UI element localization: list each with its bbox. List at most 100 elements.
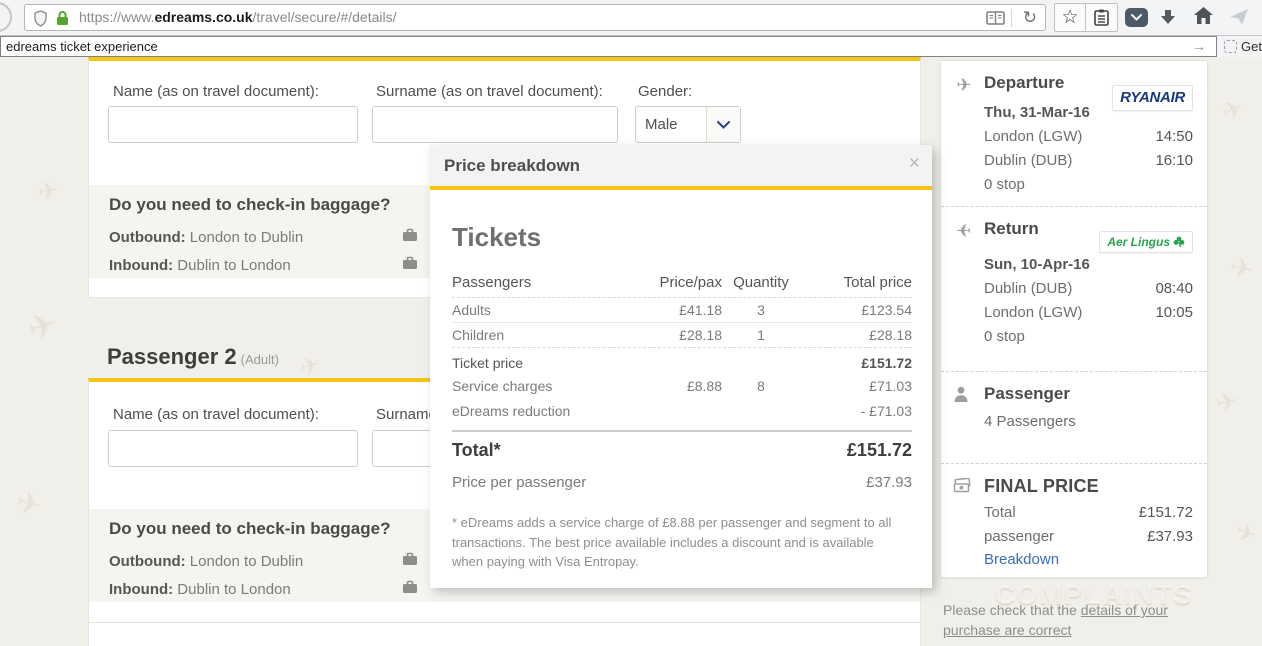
outbound-route: London to Dublin — [186, 229, 304, 246]
row-label: eDreams reduction — [452, 403, 630, 419]
outbound-row: Outbound: London to Dublin — [109, 229, 303, 246]
bookmark-star-button[interactable]: ☆ — [1055, 4, 1086, 31]
final-total-value: £151.72 — [1139, 501, 1193, 525]
bookmark-favicon-placeholder-icon[interactable] — [1224, 40, 1237, 53]
toolbar-edge-arc — [0, 2, 12, 32]
total-value: £151.72 — [800, 440, 912, 461]
gender-label: Gender: — [638, 83, 692, 100]
plane-watermark-icon — [12, 484, 45, 524]
pocket-icon[interactable] — [1125, 8, 1148, 27]
table-header-row: Passengers Price/pax Quantity Total pric… — [452, 267, 912, 298]
reader-mode-icon[interactable] — [986, 11, 1005, 25]
plane-watermark-icon — [1217, 92, 1249, 129]
plane-departure-icon: ✈ — [953, 75, 975, 96]
inbound-label: Inbound: — [109, 581, 173, 598]
final-total-label: Total — [984, 501, 1016, 525]
ticket-price-row: Ticket price £151.72 — [452, 348, 912, 373]
chevron-down-icon — [706, 107, 740, 142]
final-price-section: FINAL PRICE Total£151.72 passenger£37.93… — [941, 463, 1207, 578]
departure-from-time: 14:50 — [1155, 125, 1193, 149]
find-text: edreams ticket experience — [6, 37, 158, 56]
surname-label: Surname (as on travel document): — [376, 83, 603, 100]
plane-watermark-icon — [1232, 517, 1260, 551]
home-icon[interactable] — [1193, 6, 1214, 25]
lock-icon[interactable] — [55, 10, 70, 26]
plane-watermark-icon — [1213, 385, 1241, 420]
briefcase-icon — [402, 228, 418, 242]
col-quantity: Quantity — [722, 274, 800, 291]
note-text: Please check that the — [943, 602, 1081, 618]
page-content: COMPLAINTS Name (as on travel document):… — [0, 57, 1262, 646]
return-from-time: 08:40 — [1155, 277, 1193, 301]
table-row: Adults £41.18 3 £123.54 — [452, 298, 912, 323]
reload-icon[interactable]: ↻ — [1023, 5, 1037, 30]
departure-stops: 0 stop — [984, 173, 1025, 197]
return-stops: 0 stop — [984, 325, 1025, 349]
ryanair-logo: RYANAIR — [1112, 85, 1193, 111]
service-charge-footnote: * eDreams adds a service charge of £8.88… — [452, 513, 906, 572]
breakdown-link[interactable]: Breakdown — [984, 549, 1193, 570]
departure-to: Dublin (DUB) — [984, 149, 1072, 173]
row-total: £123.54 — [800, 302, 912, 318]
row-label: Ticket price — [452, 355, 630, 371]
price-per-passenger-row: Price per passenger £37.93 — [452, 469, 912, 495]
download-icon[interactable] — [1158, 7, 1178, 27]
name-input[interactable] — [108, 430, 358, 467]
table-row: Children £28.18 1 £28.18 — [452, 323, 912, 348]
outbound-label: Outbound: — [109, 229, 186, 246]
quick-find-bar: edreams ticket experience → Get — [0, 36, 1262, 57]
col-passengers: Passengers — [452, 274, 630, 291]
shield-icon[interactable] — [33, 10, 48, 27]
url-text: https://www.edreams.co.uk/travel/secure/… — [79, 5, 397, 30]
gender-select[interactable]: Male — [635, 106, 741, 143]
departure-date: Thu, 31-Mar-16 — [984, 101, 1090, 125]
go-arrow-icon[interactable]: → — [1192, 37, 1206, 56]
row-total: £28.18 — [800, 327, 912, 343]
url-prefix: https://www. — [79, 9, 154, 25]
name-label: Name (as on travel document): — [113, 83, 319, 100]
star-icon: ☆ — [1061, 8, 1078, 27]
bookmark-button-group: ☆ — [1054, 3, 1118, 32]
name-input[interactable] — [108, 106, 358, 143]
inbound-row: Inbound: Dublin to London — [109, 581, 291, 598]
outbound-row: Outbound: London to Dublin — [109, 553, 303, 570]
price-table: Passengers Price/pax Quantity Total pric… — [452, 267, 912, 495]
row-qty: 3 — [722, 302, 800, 318]
col-price-pax: Price/pax — [630, 274, 722, 291]
browser-toolbar: https://www.edreams.co.uk/travel/secure/… — [0, 0, 1262, 36]
final-price-title: FINAL PRICE — [984, 476, 1193, 497]
baggage-question: Do you need to check-in baggage? — [109, 195, 390, 215]
passenger2-type: (Adult) — [241, 352, 279, 367]
surname-input[interactable] — [372, 106, 618, 143]
return-date: Sun, 10-Apr-16 — [984, 253, 1090, 277]
airline-name: RYANAIR — [1120, 89, 1185, 106]
col-total-price: Total price — [800, 274, 912, 291]
find-input[interactable]: edreams ticket experience → — [0, 36, 1217, 57]
bookmark-item-get[interactable]: Get — [1241, 36, 1262, 57]
purchase-check-note: Please check that the details of your pu… — [943, 600, 1207, 641]
briefcase-icon — [402, 256, 418, 270]
inbound-route: Dublin to London — [173, 581, 291, 598]
modal-header: Price breakdown × — [430, 145, 932, 186]
url-bar[interactable]: https://www.edreams.co.uk/travel/secure/… — [24, 4, 1046, 31]
baggage-question: Do you need to check-in baggage? — [109, 519, 390, 539]
passenger-title: Passenger — [984, 384, 1193, 404]
row-price: £8.88 — [630, 378, 722, 394]
total-row: Total* £151.72 — [452, 432, 912, 469]
departure-section: ✈ Departure RYANAIR Thu, 31-Mar-16 Londo… — [941, 61, 1207, 206]
row-price: £28.18 — [630, 327, 722, 343]
section-divider — [89, 622, 920, 623]
row-qty: 1 — [722, 327, 800, 343]
close-icon[interactable]: × — [909, 154, 920, 173]
row-label: Service charges — [452, 378, 630, 394]
total-label: Total* — [452, 440, 630, 461]
row-total: £37.93 — [800, 474, 912, 491]
row-total: £151.72 — [800, 355, 912, 371]
row-total: £71.03 — [800, 378, 912, 394]
person-icon — [953, 386, 975, 403]
bookmarks-menu-button[interactable] — [1086, 4, 1117, 31]
row-price: £41.18 — [630, 302, 722, 318]
return-to-time: 10:05 — [1155, 301, 1193, 325]
departure-from: London (LGW) — [984, 125, 1082, 149]
plane-watermark-icon — [1227, 250, 1257, 287]
